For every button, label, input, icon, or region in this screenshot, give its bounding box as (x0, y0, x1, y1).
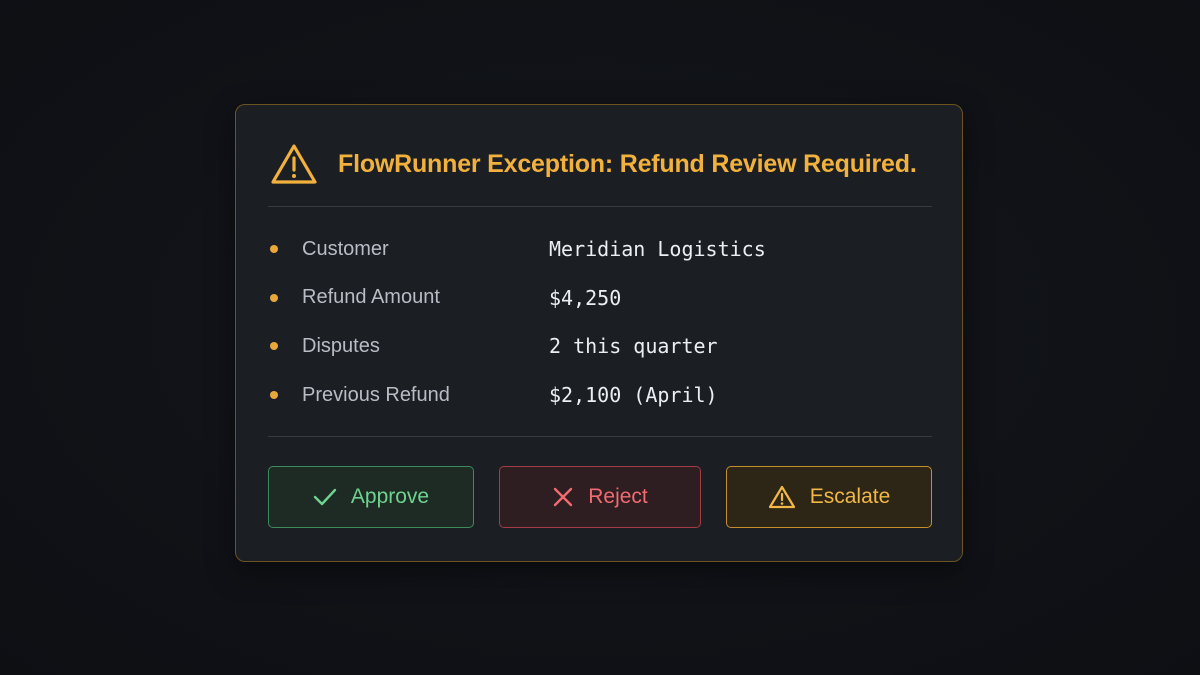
bullet (270, 391, 278, 400)
header-divider (268, 206, 932, 207)
exception-dialog: FlowRunner Exception: Refund Review Requ… (235, 104, 963, 562)
bullet (270, 342, 278, 351)
detail-value: 2 this quarter (549, 334, 718, 359)
approve-button[interactable]: Approve (268, 466, 474, 528)
detail-row-disputes: Disputes 2 this quarter (268, 322, 932, 371)
approve-button-label: Approve (350, 485, 430, 508)
detail-label: Disputes (302, 334, 380, 357)
reject-button[interactable]: Reject (499, 466, 701, 528)
escalate-button-label: Escalate (809, 485, 891, 508)
dialog-title: FlowRunner Exception: Refund Review Requ… (338, 149, 917, 178)
detail-value: $2,100 (April) (549, 383, 718, 408)
detail-label: Previous Refund (302, 383, 450, 406)
details-list: Customer Meridian Logistics Refund Amoun… (268, 225, 932, 419)
detail-row-refund-amount: Refund Amount $4,250 (268, 274, 932, 323)
detail-value: Meridian Logistics (549, 237, 766, 262)
detail-label: Refund Amount (302, 286, 440, 309)
reject-button-label: Reject (588, 485, 648, 508)
warning-triangle-icon (270, 142, 318, 186)
detail-value: $4,250 (549, 285, 622, 310)
detail-row-previous-refund: Previous Refund $2,100 (April) (268, 371, 932, 420)
detail-label: Customer (302, 237, 389, 260)
check-icon (313, 487, 337, 507)
bullet (270, 293, 278, 302)
actions-divider (268, 436, 932, 437)
screen-background: FlowRunner Exception: Refund Review Requ… (0, 0, 1200, 675)
action-buttons: Approve Reject Escalate (268, 466, 932, 528)
dialog-header: FlowRunner Exception: Refund Review Requ… (270, 139, 930, 189)
bullet (270, 245, 278, 254)
close-icon (552, 486, 574, 508)
escalate-button[interactable]: Escalate (726, 466, 932, 528)
detail-row-customer: Customer Meridian Logistics (268, 225, 932, 274)
warning-triangle-icon (768, 485, 796, 509)
